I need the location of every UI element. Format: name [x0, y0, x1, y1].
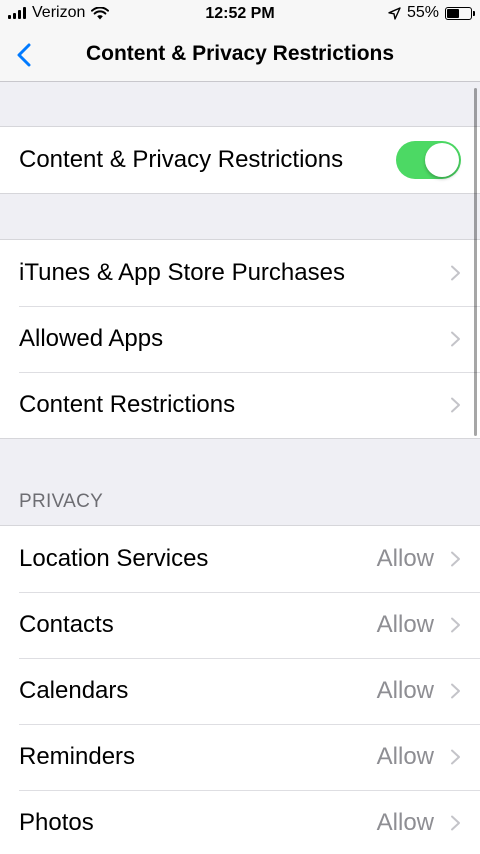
- status-bar: Verizon 12:52 PM 55%: [0, 0, 480, 28]
- list-item-contacts[interactable]: Contacts Allow: [0, 592, 480, 658]
- section-header-label: PRIVACY: [19, 491, 104, 512]
- toggle-knob: [425, 143, 459, 177]
- page-title: Content & Privacy Restrictions: [85, 42, 395, 65]
- list-item-label: iTunes & App Store Purchases: [19, 259, 345, 286]
- list-item-value: Allow: [376, 743, 434, 770]
- list-item-label: Allowed Apps: [19, 325, 164, 352]
- list-item-label: Location Services: [19, 545, 209, 572]
- restrictions-toggle-row: Content & Privacy Restrictions: [0, 127, 480, 193]
- main-toggle-group: Content & Privacy Restrictions: [0, 126, 480, 194]
- settings-list: Content & Privacy Restrictions iTunes & …: [0, 82, 480, 854]
- battery-icon: [445, 6, 475, 20]
- list-item-label: Photos: [19, 809, 94, 836]
- scrollbar[interactable]: [474, 88, 477, 436]
- list-item-label: Reminders: [19, 743, 136, 770]
- chevron-right-icon: [451, 265, 460, 281]
- chevron-right-icon: [451, 749, 460, 765]
- list-item-value: Allow: [376, 545, 434, 572]
- list-item-photos[interactable]: Photos Allow: [0, 790, 480, 854]
- restrictions-toggle-label: Content & Privacy Restrictions: [19, 146, 344, 173]
- list-item-allowed-apps[interactable]: Allowed Apps: [0, 306, 480, 372]
- list-item-calendars[interactable]: Calendars Allow: [0, 658, 480, 724]
- chevron-right-icon: [451, 617, 460, 633]
- list-item-content-restrictions[interactable]: Content Restrictions: [0, 372, 480, 438]
- list-item-itunes-purchases[interactable]: iTunes & App Store Purchases: [0, 240, 480, 306]
- navigation-bar: Content & Privacy Restrictions: [0, 28, 480, 82]
- list-item-label: Content Restrictions: [19, 391, 236, 418]
- battery-percent: 55%: [406, 4, 439, 21]
- list-item-reminders[interactable]: Reminders Allow: [0, 724, 480, 790]
- privacy-group: Location Services Allow Contacts Allow C…: [0, 525, 480, 854]
- list-item-value: Allow: [376, 677, 434, 704]
- chevron-right-icon: [451, 331, 460, 347]
- location-arrow-icon: [388, 6, 401, 20]
- privacy-section-header: PRIVACY: [0, 439, 480, 525]
- list-item-value: Allow: [376, 809, 434, 836]
- restrictions-toggle-switch[interactable]: [396, 141, 461, 179]
- chevron-right-icon: [451, 683, 460, 699]
- list-item-value: Allow: [376, 611, 434, 638]
- chevron-right-icon: [451, 397, 460, 413]
- restrictions-group: iTunes & App Store Purchases Allowed App…: [0, 239, 480, 439]
- battery-fill: [447, 8, 459, 18]
- list-item-label: Calendars: [19, 677, 129, 704]
- status-right: 55%: [388, 4, 475, 22]
- screen: Verizon 12:52 PM 55% Content & Privacy R…: [0, 0, 480, 854]
- list-item-location-services[interactable]: Location Services Allow: [0, 526, 480, 592]
- chevron-right-icon: [451, 551, 460, 567]
- list-item-label: Contacts: [19, 611, 114, 638]
- chevron-right-icon: [451, 815, 460, 831]
